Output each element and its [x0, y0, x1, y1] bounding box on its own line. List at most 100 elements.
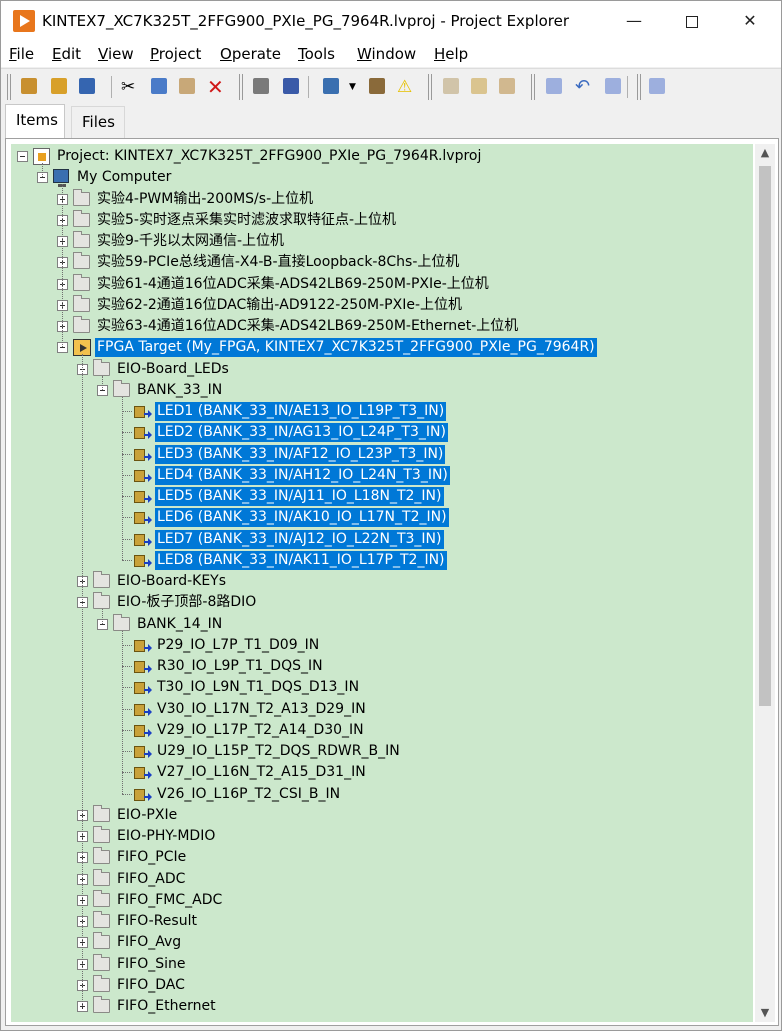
io-node-icon	[133, 722, 152, 739]
tree-item[interactable]: 实验61-4通道16位ADC采集-ADS42LB69-250M-PXIe-上位机	[11, 273, 753, 295]
tree-item[interactable]: FIFO_PCIe	[11, 847, 753, 868]
tree-connector	[82, 354, 83, 1006]
folder-icon	[113, 613, 130, 631]
menu-tools[interactable]: Tools	[298, 45, 335, 63]
toolbar-grip[interactable]	[531, 74, 535, 100]
copy-icon[interactable]	[151, 78, 167, 94]
tree-item-label: V30_IO_L17N_T2_A13_D29_IN	[157, 700, 366, 717]
tree-item[interactable]: My Computer	[11, 167, 753, 188]
tree-item-label: FIFO_FMC_ADC	[117, 891, 223, 908]
delete-icon[interactable]: ✕	[207, 77, 225, 97]
io-node-icon	[133, 488, 152, 505]
toolbar: ✂ ✕ ▼ ⚠ ↶	[1, 68, 781, 104]
scroll-down-icon[interactable]: ▼	[755, 1004, 775, 1022]
io-node-icon	[133, 531, 152, 548]
folder-icon	[93, 996, 110, 1013]
find-icon[interactable]	[546, 78, 562, 94]
menu-window[interactable]: Window	[357, 45, 416, 63]
project-tree[interactable]: Project: KINTEX7_XC7K325T_2FFG900_PXIe_P…	[11, 144, 753, 1022]
toolbar-grip[interactable]	[239, 74, 243, 100]
properties-icon[interactable]	[471, 78, 487, 94]
tree-item[interactable]: EIO-PHY-MDIO	[11, 826, 753, 847]
minimize-button[interactable]: —	[605, 1, 663, 41]
tree-item-label: 实验4-PWM输出-200MS/s-上位机	[97, 190, 314, 207]
tab-items[interactable]: Items	[5, 104, 65, 138]
toolbar-grip[interactable]	[428, 74, 432, 100]
tree-item[interactable]: EIO-板子顶部-8路DIO	[11, 592, 753, 613]
tree-connector	[122, 729, 132, 731]
maximize-button[interactable]	[663, 1, 721, 41]
io-node-icon	[133, 764, 152, 781]
window-title: KINTEX7_XC7K325T_2FFG900_PXIe_PG_7964R.l…	[42, 12, 570, 30]
tree-item[interactable]: 实验9-千兆以太网通信-上位机	[11, 231, 753, 252]
tree-item-label: V29_IO_L17P_T2_A14_D30_IN	[157, 721, 364, 738]
menu-project[interactable]: Project	[150, 45, 201, 63]
menu-view[interactable]: View	[98, 45, 134, 63]
io-node-icon	[133, 679, 152, 696]
tree-item[interactable]: FIFO_ADC	[11, 868, 753, 890]
menu-file[interactable]: File	[9, 45, 34, 63]
toolbar-grip[interactable]	[637, 74, 641, 100]
tab-files[interactable]: Files	[71, 106, 125, 138]
add-icon[interactable]	[649, 78, 665, 94]
scrollbar-thumb[interactable]	[759, 166, 771, 706]
tree-item-label: LED5 (BANK_33_IN/AJ11_IO_L18N_T2_IN)	[155, 487, 444, 506]
tree-item-label: LED2 (BANK_33_IN/AG13_IO_L24P_T3_IN)	[155, 423, 448, 443]
tree-connector	[122, 453, 132, 455]
tree-item[interactable]: 实验4-PWM输出-200MS/s-上位机	[11, 188, 753, 210]
title-bar: KINTEX7_XC7K325T_2FFG900_PXIe_PG_7964R.l…	[1, 1, 781, 41]
tree-item-label: Project: KINTEX7_XC7K325T_2FFG900_PXIe_P…	[57, 148, 482, 164]
undo-icon[interactable]: ↶	[575, 78, 593, 96]
tree-connector	[122, 474, 132, 476]
tree-item[interactable]: FIFO_Sine	[11, 953, 753, 975]
tree-item[interactable]: EIO-PXIe	[11, 804, 753, 826]
build-icon[interactable]	[253, 78, 269, 94]
tree-item[interactable]: 实验62-2通道16位DAC输出-AD9122-250M-PXIe-上位机	[11, 294, 753, 316]
tree-item[interactable]: 实验5-实时逐点采集实时滤波求取特征点-上位机	[11, 209, 753, 231]
tree-item-label: FIFO_PCIe	[117, 849, 187, 866]
menu-operate[interactable]: Operate	[220, 45, 281, 63]
tree-item-label: EIO-PHY-MDIO	[117, 828, 216, 844]
save-icon[interactable]	[283, 78, 299, 94]
collapse-icon[interactable]	[17, 151, 28, 162]
build-spec-icon[interactable]	[443, 78, 459, 94]
warning-icon[interactable]: ⚠	[397, 78, 415, 96]
save-all-icon[interactable]	[79, 78, 95, 94]
tree-connector	[122, 666, 132, 667]
io-node-icon	[133, 658, 152, 675]
scroll-up-icon[interactable]: ▲	[755, 144, 775, 162]
minimize-icon: —	[626, 11, 642, 30]
tree-item[interactable]: FIFO_Avg	[11, 932, 753, 953]
cut-icon[interactable]: ✂	[121, 78, 139, 96]
menu-help[interactable]: Help	[434, 45, 468, 63]
tree-item[interactable]: FIFO_Ethernet	[11, 996, 753, 1017]
close-button[interactable]: ✕	[721, 1, 779, 41]
view-icon[interactable]	[323, 78, 339, 94]
tree-item-label: T30_IO_L9N_T1_DQS_D13_IN	[157, 679, 360, 696]
tree-item[interactable]: EIO-Board_LEDs	[11, 358, 753, 380]
dropdown-icon[interactable]: ▼	[349, 78, 357, 96]
tree-item[interactable]: 实验59-PCIe总线通信-X4-B-直接Loopback-8Chs-上位机	[11, 252, 753, 273]
tree-item[interactable]: FIFO_FMC_ADC	[11, 889, 753, 911]
tree-item[interactable]: FIFO-Result	[11, 911, 753, 932]
tree-item[interactable]: FPGA Target (My_FPGA, KINTEX7_XC7K325T_2…	[11, 337, 753, 358]
toolbar-separator	[111, 76, 112, 98]
io-node-icon	[133, 701, 152, 718]
new-icon[interactable]	[21, 78, 37, 94]
tree-item-label: BANK_14_IN	[137, 615, 223, 632]
tree-item[interactable]: Project: KINTEX7_XC7K325T_2FFG900_PXIe_P…	[11, 146, 753, 167]
open-icon[interactable]	[51, 78, 67, 94]
deploy-icon[interactable]	[369, 78, 385, 94]
tree-item-label: EIO-Board_LEDs	[117, 360, 229, 377]
refresh-icon[interactable]	[499, 78, 515, 94]
toolbar-grip[interactable]	[7, 74, 11, 100]
paste-icon[interactable]	[179, 78, 195, 94]
tree-item-label: EIO-Board-KEYs	[117, 573, 227, 589]
vertical-scrollbar[interactable]: ▲ ▼	[755, 144, 775, 1022]
redo-icon[interactable]	[605, 78, 621, 94]
maximize-icon	[686, 15, 698, 28]
tree-item[interactable]: EIO-Board-KEYs	[11, 571, 753, 592]
tree-item[interactable]: FIFO_DAC	[11, 974, 753, 996]
tree-item[interactable]: 实验63-4通道16位ADC采集-ADS42LB69-250M-Ethernet…	[11, 316, 753, 337]
menu-edit[interactable]: Edit	[52, 45, 81, 63]
